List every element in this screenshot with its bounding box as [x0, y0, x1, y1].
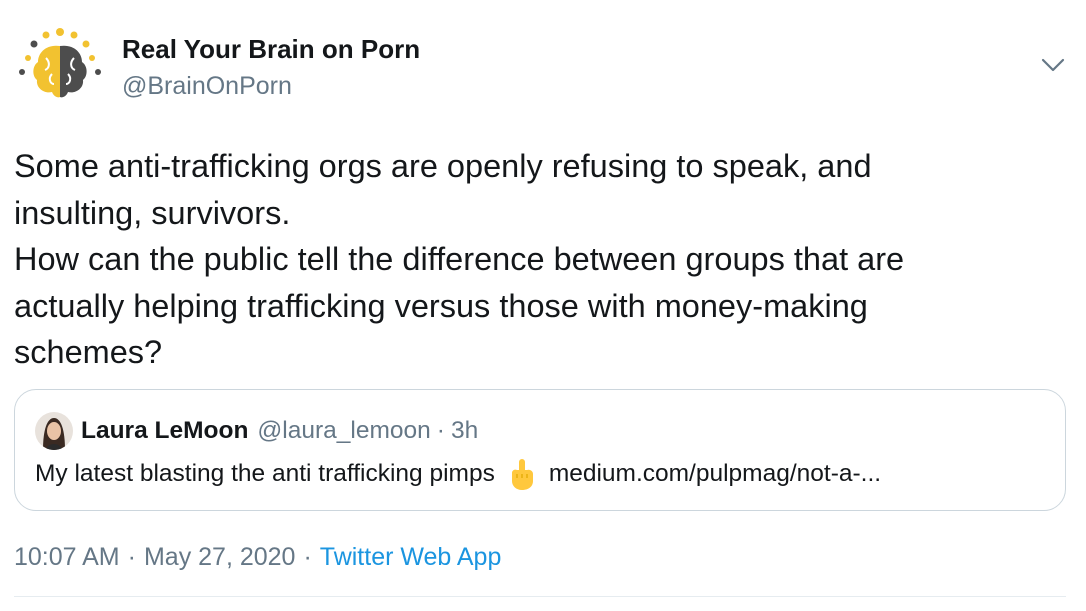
- quoted-author-name: Laura LeMoon: [81, 417, 249, 444]
- author-block: Real Your Brain on Porn @BrainOnPorn: [122, 33, 420, 102]
- brain-avatar-icon[interactable]: [14, 22, 106, 114]
- tweet: Real Your Brain on Porn @BrainOnPorn Som…: [0, 0, 1086, 611]
- tweet-date[interactable]: May 27, 2020: [144, 543, 296, 571]
- meta-separator: ·: [303, 543, 312, 571]
- quoted-separator: ·: [436, 417, 445, 444]
- tweet-text-line: schemes?: [14, 334, 163, 370]
- quoted-timestamp: 3h: [450, 417, 479, 444]
- tweet-source-link[interactable]: Twitter Web App: [320, 543, 502, 571]
- quoted-text: My latest blasting the anti trafficking …: [35, 460, 495, 487]
- tweet-text-line: insulting, survivors.: [14, 194, 291, 231]
- tweet-text: Some anti-trafficking orgs are openly re…: [14, 143, 1064, 376]
- divider: [14, 596, 1066, 597]
- tweet-metadata: 10:07 AM · May 27, 2020 · Twitter Web App: [14, 540, 501, 574]
- middle-finger-emoji-icon: [507, 457, 537, 491]
- tweet-text-line: actually helping trafficking versus thos…: [14, 287, 868, 324]
- tweet-text-line: How can the public tell the difference b…: [14, 241, 905, 277]
- quoted-author-handle: @laura_lemoon: [257, 417, 431, 444]
- author-handle[interactable]: @BrainOnPorn: [122, 70, 420, 102]
- quoted-tweet-header: Laura LeMoon @laura_lemoon · 3h: [35, 412, 478, 450]
- quoted-tweet-card[interactable]: Laura LeMoon @laura_lemoon · 3h My lates…: [14, 389, 1066, 511]
- tweet-text-line: Some anti-trafficking orgs are openly re…: [14, 148, 872, 184]
- meta-separator: ·: [127, 543, 136, 571]
- tweet-time[interactable]: 10:07 AM: [14, 543, 120, 571]
- quoted-link[interactable]: medium.com/pulpmag/not-a-...: [549, 457, 881, 491]
- quoted-tweet-text: My latest blasting the anti trafficking …: [35, 457, 881, 491]
- quoted-author-avatar: [35, 412, 73, 450]
- chevron-down-icon[interactable]: [1038, 50, 1068, 80]
- author-display-name[interactable]: Real Your Brain on Porn: [122, 33, 420, 65]
